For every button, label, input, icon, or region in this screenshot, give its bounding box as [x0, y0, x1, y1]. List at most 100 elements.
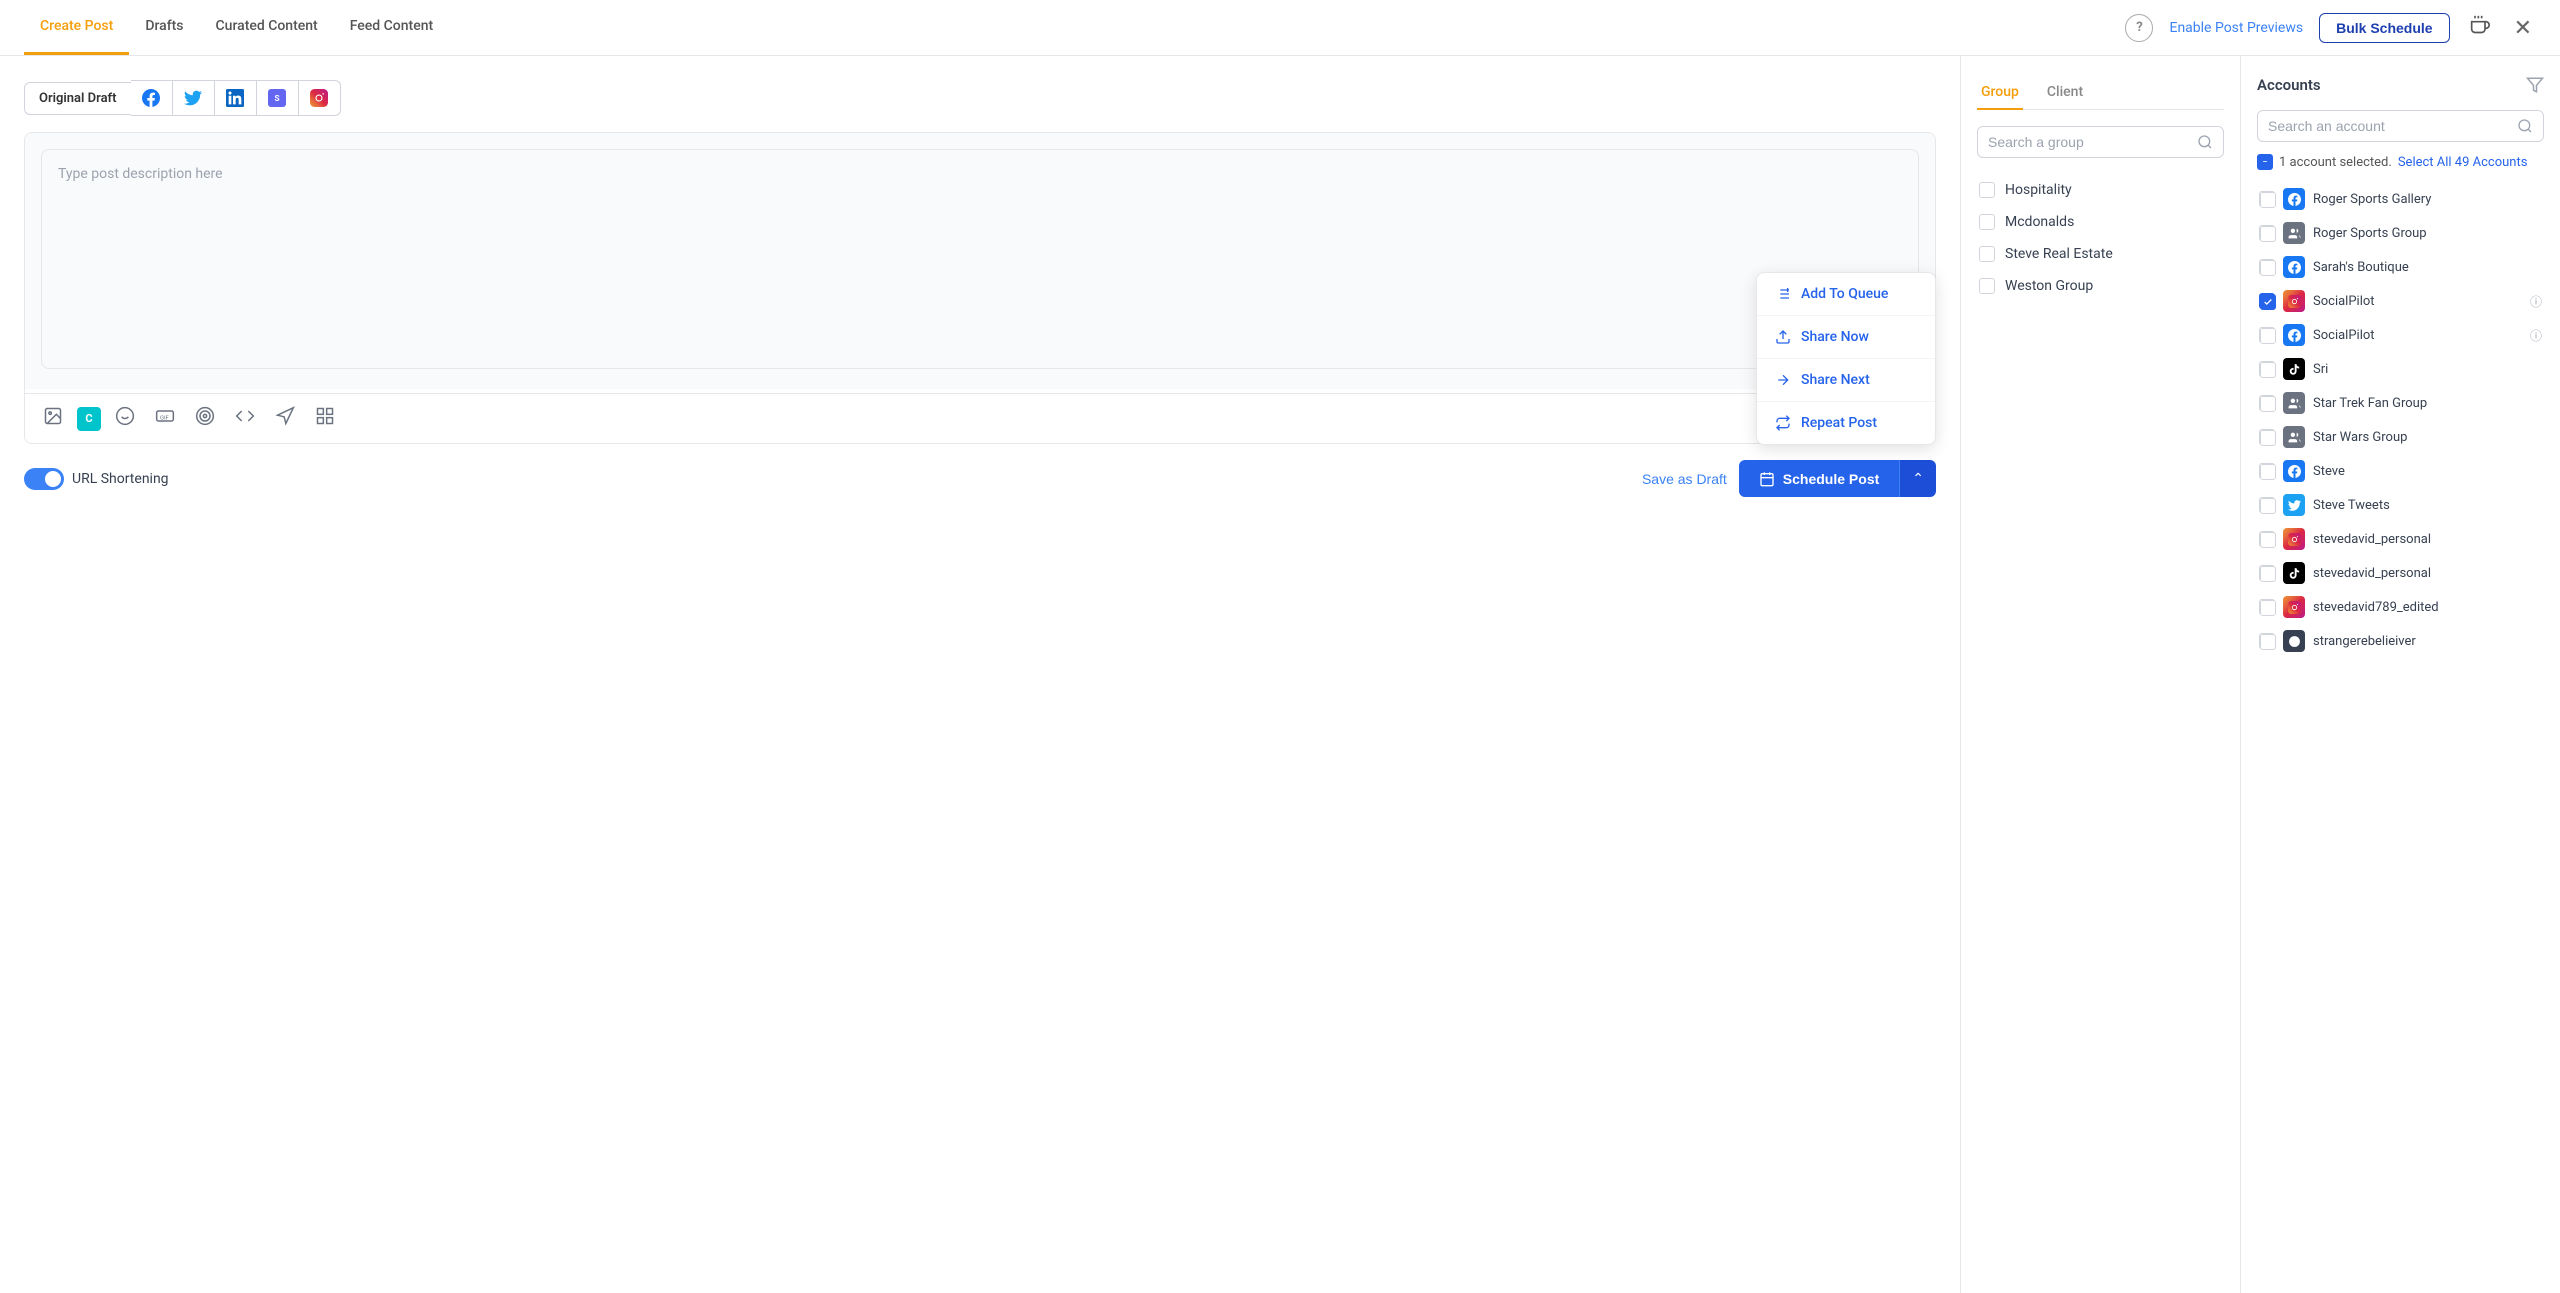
selected-check-icon: −: [2257, 154, 2273, 170]
gif-icon[interactable]: GIF: [149, 402, 181, 435]
account-checkbox[interactable]: [2259, 293, 2275, 309]
account-name: stevedavid_personal: [2313, 532, 2542, 547]
account-name: SocialPilot: [2313, 294, 2522, 309]
original-draft-label: Original Draft: [24, 82, 131, 115]
help-button[interactable]: ?: [2125, 14, 2153, 42]
group-list-item: Hospitality: [1977, 174, 2224, 206]
account-name: stevedavid789_edited: [2313, 600, 2542, 615]
account-list-item: Steve Tweets: [2257, 488, 2544, 522]
facebook-icon: [2283, 256, 2305, 278]
instagram-icon: [2283, 528, 2305, 550]
account-checkbox[interactable]: [2259, 395, 2275, 411]
account-list-item: Roger Sports Gallery: [2257, 182, 2544, 216]
account-checkbox[interactable]: [2259, 463, 2275, 479]
account-checkbox[interactable]: [2259, 531, 2275, 547]
group-checkbox[interactable]: [1979, 214, 1995, 230]
account-checkbox[interactable]: [2259, 429, 2275, 445]
group-panel-tabs: Group Client: [1977, 76, 2224, 110]
account-list-item: Star Trek Fan Group: [2257, 386, 2544, 420]
share-next-item[interactable]: Share Next: [1757, 358, 1935, 401]
social-tab-instagram[interactable]: [299, 80, 341, 116]
add-to-queue-item[interactable]: Add To Queue: [1757, 273, 1935, 315]
info-icon[interactable]: ⓘ: [2530, 293, 2542, 310]
schedule-dropdown-arrow[interactable]: ⌃: [1899, 460, 1936, 497]
nav-tab-create-post[interactable]: Create Post: [24, 0, 129, 55]
group-checkbox[interactable]: [1979, 182, 1995, 198]
account-checkbox[interactable]: [2259, 259, 2275, 275]
account-checkbox[interactable]: [2259, 497, 2275, 513]
facebook-icon: [2283, 188, 2305, 210]
social-tab-linkedin[interactable]: [215, 80, 257, 116]
info-icon[interactable]: ⓘ: [2530, 327, 2542, 344]
account-name: Sarah's Boutique: [2313, 260, 2542, 275]
nav-tab-drafts[interactable]: Drafts: [129, 0, 199, 55]
share-now-label: Share Now: [1801, 329, 1869, 345]
url-shortening-label: URL Shortening: [72, 471, 169, 487]
tab-group[interactable]: Group: [1977, 76, 2023, 110]
repeat-post-item[interactable]: Repeat Post: [1757, 401, 1935, 444]
megaphone-icon[interactable]: [269, 402, 301, 435]
social-tab-other[interactable]: S: [257, 80, 299, 116]
export-icon-button[interactable]: [2466, 11, 2494, 44]
url-shortening-switch[interactable]: [24, 468, 64, 490]
group-search-input[interactable]: [1988, 134, 2197, 150]
account-checkbox[interactable]: [2259, 633, 2275, 649]
account-name: Star Wars Group: [2313, 430, 2542, 445]
editor-area: [25, 133, 1935, 389]
group-icon: [2283, 392, 2305, 414]
group-icon: [2283, 426, 2305, 448]
account-name: Star Trek Fan Group: [2313, 396, 2542, 411]
code-icon[interactable]: [229, 402, 261, 435]
filter-icon[interactable]: [2526, 76, 2544, 94]
select-all-link[interactable]: Select All 49 Accounts: [2398, 155, 2528, 170]
group-checkbox[interactable]: [1979, 246, 1995, 262]
account-checkbox[interactable]: [2259, 327, 2275, 343]
bottom-bar: URL Shortening Save as Draft Schedule Po…: [24, 460, 1936, 497]
account-checkbox[interactable]: [2259, 225, 2275, 241]
share-now-item[interactable]: Share Now: [1757, 315, 1935, 358]
account-checkbox[interactable]: [2259, 599, 2275, 615]
nav-tab-curated[interactable]: Curated Content: [200, 0, 334, 55]
twitter-icon: [2283, 494, 2305, 516]
group-label: Weston Group: [2005, 278, 2093, 294]
emoji-icon[interactable]: [109, 402, 141, 435]
enable-preview-link[interactable]: Enable Post Previews: [2169, 20, 2303, 36]
account-list-item: stevedavid_personal: [2257, 522, 2544, 556]
accounts-list: Roger Sports Gallery Roger Sports Group …: [2257, 182, 2544, 658]
image-icon[interactable]: [37, 402, 69, 435]
social-tab-twitter[interactable]: [173, 80, 215, 116]
post-description-input[interactable]: [41, 149, 1919, 369]
account-checkbox[interactable]: [2259, 361, 2275, 377]
canva-icon[interactable]: C: [77, 407, 101, 431]
account-checkbox[interactable]: [2259, 565, 2275, 581]
template-icon[interactable]: [309, 402, 341, 435]
tab-client[interactable]: Client: [2043, 76, 2087, 110]
group-list-item: Weston Group: [1977, 270, 2224, 302]
accounts-search-input[interactable]: [2268, 118, 2517, 134]
accounts-search-icon: [2517, 118, 2533, 134]
main-layout: Original Draft S: [0, 56, 2560, 1293]
nav-tabs: Create Post Drafts Curated Content Feed …: [24, 0, 449, 55]
editor-wrap: C GIF 0: [24, 132, 1936, 444]
group-checkbox[interactable]: [1979, 278, 1995, 294]
account-name: Roger Sports Gallery: [2313, 192, 2542, 207]
account-name: stevedavid_personal: [2313, 566, 2542, 581]
share-next-label: Share Next: [1801, 372, 1870, 388]
schedule-post-button[interactable]: Schedule Post: [1739, 460, 1899, 497]
account-checkbox[interactable]: [2259, 191, 2275, 207]
nav-tab-feed[interactable]: Feed Content: [334, 0, 449, 55]
save-draft-button[interactable]: Save as Draft: [1642, 471, 1727, 487]
dark-icon: [2283, 630, 2305, 652]
social-tab-facebook[interactable]: [131, 80, 173, 116]
account-list-item: Star Wars Group: [2257, 420, 2544, 454]
close-icon-button[interactable]: ✕: [2510, 11, 2536, 45]
target-icon[interactable]: [189, 402, 221, 435]
url-shortening-toggle[interactable]: URL Shortening: [24, 468, 169, 490]
tiktok-icon: [2283, 562, 2305, 584]
groups-list: Hospitality Mcdonalds Steve Real Estate …: [1977, 174, 2224, 302]
bulk-schedule-button[interactable]: Bulk Schedule: [2319, 13, 2449, 43]
svg-text:S: S: [275, 94, 280, 104]
accounts-title: Accounts: [2257, 76, 2526, 94]
svg-text:GIF: GIF: [160, 415, 170, 421]
facebook-icon: [2283, 324, 2305, 346]
